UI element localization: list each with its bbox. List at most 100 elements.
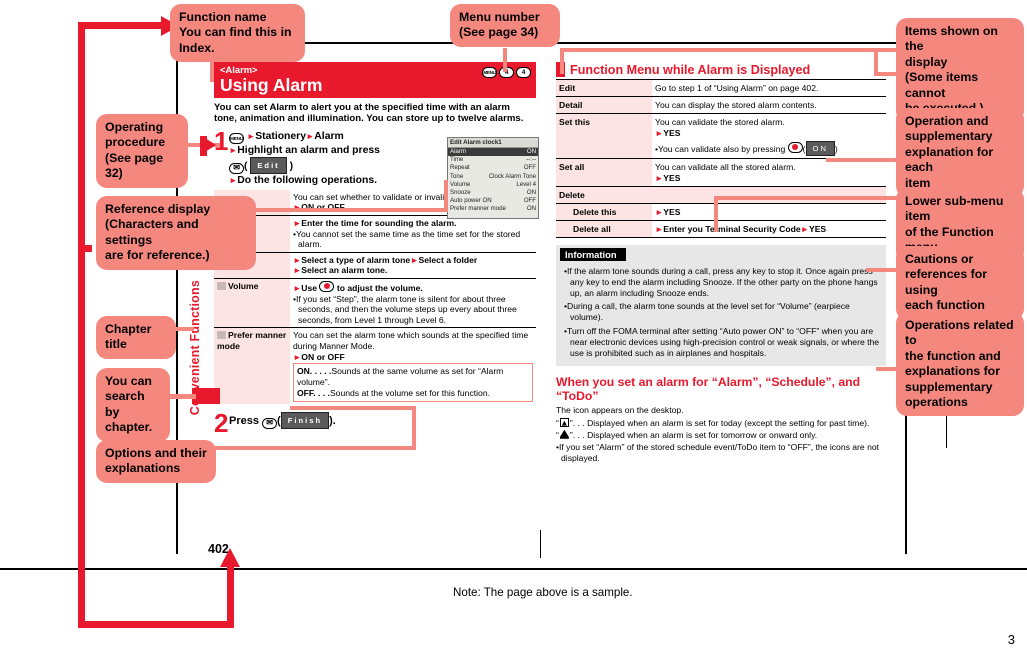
option-desc-prefer-manner: You can set the alarm tone which sounds … (290, 327, 536, 404)
step-1-do-following: Do the following operations. (237, 175, 377, 187)
phone-row-value: ON (526, 148, 536, 155)
manner-note-on: ON. . . . .Sounds at the same volume as … (297, 366, 529, 388)
information-heading: Information (560, 248, 626, 261)
connector-options-box-top (290, 406, 416, 410)
sample-note: Note: The page above is a sample. (453, 586, 633, 599)
phone-row-label: Auto power ON (450, 197, 492, 205)
callout-operating-procedure-text: Operating procedure (See page 32) (105, 120, 166, 181)
page-bottom-rule (0, 568, 1027, 570)
phone-row-label: Repeat (450, 164, 470, 172)
alarm-section-heading: When you set an alarm for “Alarm”, “Sche… (556, 375, 861, 404)
fm-set-this-yes: YES (663, 127, 681, 138)
callout-chapter-title: Chapter title (96, 316, 176, 359)
connector-cautions (866, 268, 900, 272)
callout-reference-display-text: Reference display (Characters and settin… (105, 202, 211, 263)
step-1-number: 1 (214, 125, 229, 156)
phone-row-value: OFF (523, 197, 536, 205)
option-tone-line2: ►Select an alarm tone. (293, 265, 533, 276)
option-manner-arrow: ►ON or OFF (293, 352, 533, 363)
information-item-text: During a call, the alarm tone sounds at … (567, 301, 850, 323)
fm-key-set-all: Set all (556, 158, 652, 187)
alarm-section-body: The icon appears on the desktop. “”. . .… (556, 405, 886, 464)
option-time-bullet: •You cannot set the same time as the tim… (293, 228, 521, 250)
callout-search-by-chapter: You can search by chapter. (96, 368, 170, 442)
option-label-prefer-manner: Prefer manner mode (217, 330, 287, 351)
phone-row-value: ON (526, 189, 536, 197)
fm-delete-all-yes: YES (808, 223, 827, 234)
manner-note-off: OFF. . . .Sounds at the volume set for t… (297, 388, 529, 399)
article-title: Using Alarm (220, 75, 323, 95)
menu-key-icon-inline: MENU (229, 132, 244, 144)
alarm-section-intro: The icon appears on the desktop. (556, 405, 684, 416)
function-menu-heading-text: Function Menu while Alarm is Displayed (570, 62, 811, 77)
fm-delete-all-arrow: ►Enter you Terminal Security Code►YES (655, 224, 826, 234)
callout-operations-related-text: Operations related to the function and e… (905, 318, 1014, 410)
alarm-section-bullet: •If you set “Alarm” of the stored schedu… (556, 441, 880, 464)
corner-page-number: 3 (1007, 632, 1015, 647)
softkey-on: ON (805, 140, 835, 156)
callout-options-explanations-text: Options and their explanations (105, 446, 207, 476)
alarm-icon-line-1-text: . . . Displayed when an alarm is set for… (572, 417, 870, 428)
red-path-mid-stub (78, 245, 92, 252)
option-volume-bullet-text: If you set “Step”, the alarm tone is sil… (296, 293, 517, 325)
option-tone-folder: Select a folder (418, 254, 478, 265)
step-2-body: Press ✉(Finish). (229, 410, 336, 429)
leader-line-top (540, 530, 542, 558)
callout-operation-supplementary: Operation and supplementary explanation … (896, 108, 1024, 198)
article-title-bar: <Alarm> Using Alarm MENU 4 4 (214, 62, 536, 98)
phone-screen-row-repeat: Repeat OFF (448, 164, 538, 172)
fm-value-delete-all: ►Enter you Terminal Security Code►YES (652, 220, 886, 238)
alarm-icon-line-2-text: . . . Displayed when an alarm is set for… (572, 429, 818, 440)
softkey-edit: Edit (250, 157, 287, 175)
phone-row-value: Clock Alarm Tone (488, 172, 536, 180)
fm-set-this-arrow: ►YES (655, 128, 883, 139)
softkey-finish: Finish (280, 411, 330, 429)
fm-set-all-text: You can validate all the stored alarm. (655, 161, 796, 172)
callout-items-shown: Items shown on the display (Some items c… (896, 18, 1024, 123)
phone-row-label: Alarm (450, 148, 466, 155)
fm-set-this-text: You can validate the stored alarm. (655, 116, 785, 127)
list-item: •During a call, the alarm tone sounds at… (564, 301, 850, 323)
phone-row-value: OFF (523, 164, 536, 172)
information-item-text: Turn off the FOMA terminal after setting… (567, 325, 880, 358)
alarm-options-table: You can set whether to validate or inval… (214, 189, 536, 404)
manner-note-off-dots: . . . . (313, 387, 330, 398)
option-time-bullet-text: You cannot set the same time as the time… (296, 228, 521, 250)
callout-options-explanations: Options and their explanations (96, 440, 216, 483)
phone-screen-row-time: Time --:-- (448, 156, 538, 164)
option-volume-bullet: •If you set “Step”, the alarm tone is si… (293, 293, 517, 325)
information-item-text: If the alarm tone sounds during a call, … (567, 266, 878, 298)
bell-icon (559, 429, 569, 439)
fm-key-delete: Delete (556, 186, 886, 204)
step-2-suffix: ). (329, 414, 336, 427)
callout-search-by-chapter-text: You can search by chapter. (105, 374, 153, 435)
step-1-line-1: MENU ►Stationery►Alarm (229, 130, 380, 144)
option-time-enter: Enter the time for sounding the alarm. (301, 218, 457, 228)
callout-operating-procedure: Operating procedure (See page 32) (96, 114, 188, 188)
option-manner-text: You can set the alarm tone which sounds … (293, 330, 529, 351)
mail-key-icon: ✉ (229, 163, 244, 174)
information-list: •If the alarm tone sounds during a call,… (556, 266, 886, 358)
fm-key-delete-this: Delete this (556, 203, 652, 221)
speaker-icon (217, 281, 226, 290)
list-item: •Turn off the FOMA terminal after settin… (564, 325, 880, 358)
table-row-delete: Delete (556, 186, 886, 204)
connector-reference-display (248, 208, 448, 212)
table-row-set-this: Set this You can validate the stored ala… (556, 113, 886, 159)
option-volume-line1: ►Use to adjust the volume. (293, 280, 533, 294)
table-row-delete-this: Delete this ►YES (556, 203, 886, 221)
red-path-left-vertical (78, 22, 85, 628)
step-1-stationery: Stationery (255, 130, 306, 142)
navigation-key-icon (319, 280, 335, 292)
step-1-line-4: ►Do the following operations. (229, 174, 380, 187)
red-path-bottom-riser (227, 566, 234, 628)
phone-screen-row-volume: Volume Level 4 (448, 181, 538, 189)
fm-delete-this-yes: YES (663, 206, 681, 217)
connector-options (214, 446, 416, 450)
fm-value-detail: You can display the stored alarm content… (652, 96, 886, 114)
fm-key-edit: Edit (556, 80, 652, 97)
callout-chapter-title-text: Chapter title (105, 322, 152, 352)
fm-delete-this-arrow: ►YES (655, 207, 681, 217)
manner-note-on-label: ON (297, 366, 310, 377)
phone-row-label: Tone (450, 172, 464, 180)
